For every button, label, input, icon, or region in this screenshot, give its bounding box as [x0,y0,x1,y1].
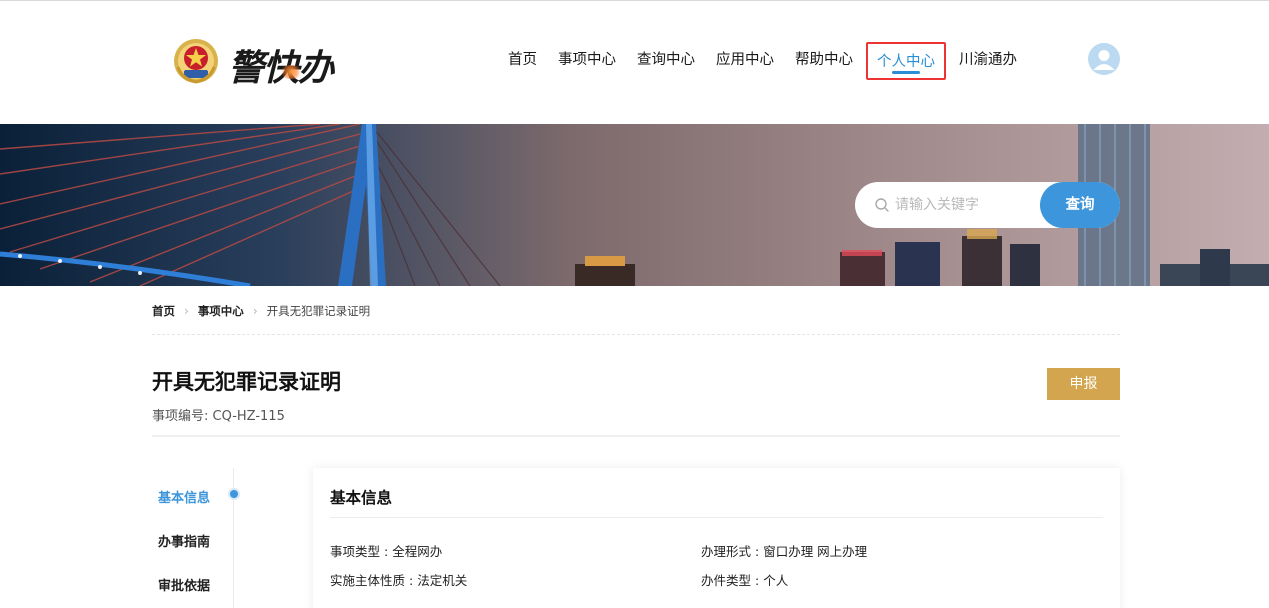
field-subject-nature: 实施主体性质 : 法定机关 [330,573,468,588]
nav-query-center[interactable]: 查询中心 [629,42,703,80]
page-title: 开具无犯罪记录证明 [152,370,341,394]
chevron-right-icon: › [184,304,189,318]
field-value: 法定机关 [417,573,468,588]
breadcrumb-home[interactable]: 首页 [152,303,175,319]
nav-help-center[interactable]: 帮助中心 [787,42,861,80]
nav-sichuan-chongqing[interactable]: 川渝通办 [951,42,1025,80]
field-case-type: 办件类型 : 个人 [701,573,789,588]
field-handling-form: 办理形式 : 窗口办理 网上办理 [701,544,868,559]
breadcrumb-current: 开具无犯罪记录证明 [266,304,371,318]
apply-button[interactable]: 申报 [1047,368,1120,400]
breadcrumb: 首页 › 事项中心 › 开具无犯罪记录证明 [152,302,370,320]
logo-glow [280,65,302,79]
field-value: 个人 [763,573,789,588]
card-divider [330,517,1103,518]
chevron-right-icon: › [252,304,258,318]
nav-app-center[interactable]: 应用中心 [708,42,782,80]
search-icon [875,198,889,212]
logo-text: 警快办 [228,39,334,91]
side-nav-track [233,468,234,608]
field-label: 办理形式 [701,544,752,559]
search-button[interactable]: 查询 [1040,182,1120,228]
field-label: 事项类型 [330,544,381,559]
side-nav-approval-basis[interactable]: 审批依据 [158,575,210,594]
field-label: 办件类型 [701,573,752,588]
nav-personal-center[interactable]: 个人中心 [866,42,946,80]
site-header: 警快办 首页 事项中心 查询中心 应用中心 帮助中心 个人中心 川渝通办 [0,1,1269,124]
field-value: 全程网办 [392,544,443,559]
field-matter-type: 事项类型 : 全程网办 [330,544,443,559]
item-code-value: CQ-HZ-115 [212,409,285,424]
field-value: 窗口办理 网上办理 [763,544,868,559]
main-nav: 首页 事项中心 查询中心 应用中心 帮助中心 个人中心 川渝通办 [500,42,1030,80]
card-title: 基本信息 [330,489,393,507]
user-avatar[interactable] [1088,43,1120,75]
search-input[interactable] [895,192,1035,218]
police-emblem-icon [174,39,218,84]
side-nav-active-dot [230,490,238,498]
basic-info-card: 基本信息 事项类型 : 全程网办 办理形式 : 窗口办理 网上办理 实施主体性质… [313,468,1120,608]
site-logo[interactable]: 警快办 [172,35,357,89]
item-code: 事项编号: CQ-HZ-115 [152,405,285,424]
nav-matters-center[interactable]: 事项中心 [550,42,624,80]
field-label: 实施主体性质 [330,573,406,588]
side-nav-basic-info[interactable]: 基本信息 [158,487,210,506]
item-code-label: 事项编号: [152,409,209,424]
title-divider [152,435,1120,437]
user-icon [1093,50,1115,70]
breadcrumb-matters-center[interactable]: 事项中心 [198,303,244,319]
side-nav-guide[interactable]: 办事指南 [158,531,210,550]
breadcrumb-divider [152,334,1120,335]
nav-home[interactable]: 首页 [500,42,545,80]
